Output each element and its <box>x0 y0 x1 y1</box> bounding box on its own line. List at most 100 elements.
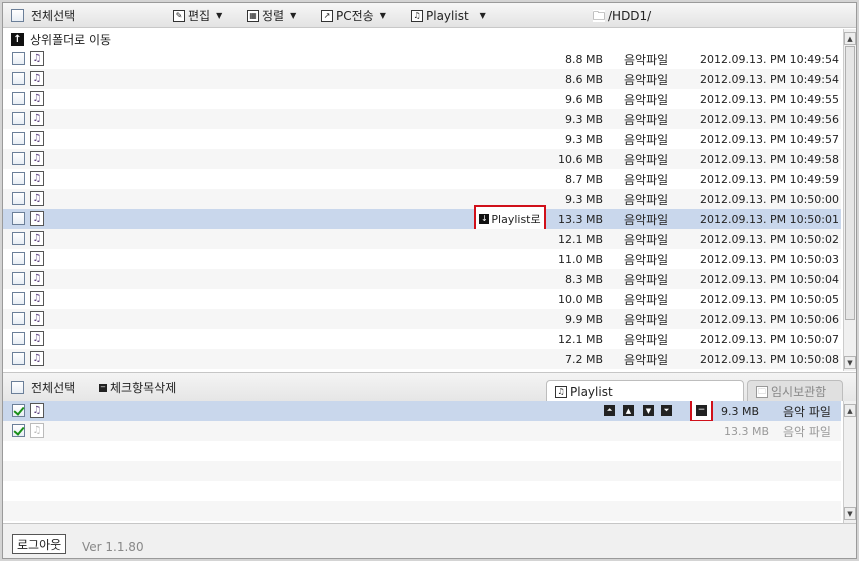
file-checkbox[interactable] <box>12 172 25 185</box>
file-row[interactable]: ♫ ↓ Playlist로 13.3 MB 음악파일 2012.09.13. PM 10:… <box>3 205 841 232</box>
file-type: 음악파일 <box>624 53 669 67</box>
file-row[interactable]: ♫ 8.7 MB 음악파일 2012.09.13. PM 10:49:59 <box>3 169 841 189</box>
music-file-icon: ♫ <box>30 291 44 306</box>
file-row[interactable]: ♫ 9.3 MB 음악파일 2012.09.13. PM 10:49:56 <box>3 109 841 129</box>
file-row[interactable]: ♫ 8.8 MB 음악파일 2012.09.13. PM 10:49:54 <box>3 49 841 69</box>
file-row[interactable]: ♫ 9.6 MB 음악파일 2012.09.13. PM 10:49:55 <box>3 89 841 109</box>
playlist-item-size: 13.3 MB <box>724 425 770 438</box>
file-row[interactable]: ♫ 9.3 MB 음악파일 2012.09.13. PM 10:49:57 <box>3 129 841 149</box>
add-to-playlist-button[interactable]: ↓ Playlist로 <box>474 205 546 232</box>
move-down-icon[interactable]: ▼ <box>643 405 654 416</box>
file-row[interactable]: ♫ 8.6 MB 음악파일 2012.09.13. PM 10:49:54 <box>3 69 841 89</box>
file-row[interactable]: ♫ 9.3 MB 음악파일 2012.09.13. PM 10:50:00 <box>3 189 841 209</box>
file-checkbox[interactable] <box>12 312 25 325</box>
delete-checked-label: 체크항목삭제 <box>110 381 177 395</box>
file-checkbox[interactable] <box>12 52 25 65</box>
playlist-label: Playlist <box>426 8 469 23</box>
file-type: 음악파일 <box>624 313 669 327</box>
pc-transfer-menu[interactable]: ↗ PC전송 ▼ <box>321 7 386 24</box>
remove-item-button[interactable]: − <box>690 401 713 422</box>
move-bottom-icon[interactable]: ⏷ <box>661 405 672 416</box>
playlist-item-checkbox[interactable] <box>12 404 25 417</box>
playlist-menu[interactable]: ♫ Playlist ▼ <box>411 7 486 24</box>
file-row[interactable]: ♫ 10.6 MB 음악파일 2012.09.13. PM 10:49:58 <box>3 149 841 169</box>
playlist-row[interactable]: ♫ 13.3 MB 음악 파일 <box>3 421 841 441</box>
file-size: 12.1 MB <box>557 233 603 246</box>
file-checkbox[interactable] <box>12 152 25 165</box>
music-file-icon: ♫ <box>30 251 44 266</box>
file-type: 음악파일 <box>624 273 669 287</box>
file-size: 12.1 MB <box>557 333 603 346</box>
playlist-empty-row <box>3 481 841 501</box>
file-type: 음악파일 <box>624 173 669 187</box>
file-checkbox[interactable] <box>12 332 25 345</box>
logout-button[interactable]: 로그아웃 <box>12 534 67 554</box>
file-checkbox[interactable] <box>12 192 25 205</box>
file-type: 음악파일 <box>624 253 669 267</box>
file-row[interactable]: ♫ 12.1 MB 음악파일 2012.09.13. PM 10:50:07 <box>3 329 841 349</box>
file-list: ↑ 상위폴더로 이동 ♫ 8.8 MB 음악파일 2012.09.13. PM 10:… <box>3 29 856 371</box>
playlist-row[interactable]: ♫ ⏶ ▲ ▼ ⏷ − 9.3 MB 음악 파일 <box>3 401 841 422</box>
file-manager-window: 전체선택 ✎ 편집 ▼ ▦ 정렬 ▼ ↗ PC전송 ▼ ♫ Playlist ▼… <box>2 2 857 559</box>
file-checkbox[interactable] <box>12 292 25 305</box>
file-date: 2012.09.13. PM 10:50:06 <box>700 313 839 326</box>
scroll-up-icon[interactable]: ▲ <box>844 32 856 45</box>
tab-temp-storage[interactable]: 🗀 임시보관함 <box>747 380 843 402</box>
select-all-checkbox[interactable] <box>11 9 24 22</box>
file-checkbox[interactable] <box>12 212 25 225</box>
path-label: /HDD1/ <box>608 8 652 23</box>
tab-playlist[interactable]: ♫ Playlist <box>546 380 744 402</box>
file-checkbox[interactable] <box>12 272 25 285</box>
select-all-top[interactable]: 전체선택 <box>11 7 75 24</box>
file-row[interactable]: ♫ 12.1 MB 음악파일 2012.09.13. PM 10:50:02 <box>3 229 841 249</box>
playlist-item-checkbox[interactable] <box>12 424 25 437</box>
music-file-icon: ♫ <box>30 91 44 106</box>
file-date: 2012.09.13. PM 10:49:54 <box>700 73 839 86</box>
move-top-icon[interactable]: ⏶ <box>604 405 615 416</box>
playlist-item-type: 음악 파일 <box>783 425 831 439</box>
file-row[interactable]: ♫ 10.0 MB 음악파일 2012.09.13. PM 10:50:05 <box>3 289 841 309</box>
select-all-bottom-checkbox[interactable] <box>11 381 24 394</box>
file-row[interactable]: ♫ 9.9 MB 음악파일 2012.09.13. PM 10:50:06 <box>3 309 841 329</box>
file-checkbox[interactable] <box>12 72 25 85</box>
playlist-scroll-down-icon[interactable]: ▼ <box>844 507 856 520</box>
scroll-down-icon[interactable]: ▼ <box>844 356 856 369</box>
music-file-icon: ♫ <box>30 311 44 326</box>
playlist-rows: ♫ ⏶ ▲ ▼ ⏷ − 9.3 MB 음악 파일 ♫ 13.3 MB 음악 파일 <box>3 401 856 521</box>
file-date: 2012.09.13. PM 10:49:59 <box>700 173 839 186</box>
toolbar: 전체선택 ✎ 편집 ▼ ▦ 정렬 ▼ ↗ PC전송 ▼ ♫ Playlist ▼… <box>3 3 856 28</box>
edit-menu[interactable]: ✎ 편집 ▼ <box>173 7 222 24</box>
playlist-toolbar: 전체선택 − 체크항목삭제 ♫ Playlist 🗀 임시보관함 <box>3 372 856 402</box>
file-checkbox[interactable] <box>12 352 25 365</box>
move-up-icon[interactable]: ▲ <box>623 405 634 416</box>
file-checkbox[interactable] <box>12 132 25 145</box>
music-file-icon: ♫ <box>30 211 44 226</box>
file-size: 10.6 MB <box>557 153 603 166</box>
music-file-icon: ♫ <box>30 171 44 186</box>
music-file-icon: ♫ <box>30 51 44 66</box>
file-checkbox[interactable] <box>12 92 25 105</box>
file-size: 9.3 MB <box>564 113 603 126</box>
tab-temp-label: 임시보관함 <box>771 385 827 399</box>
file-row[interactable]: ♫ 7.2 MB 음악파일 2012.09.13. PM 10:50:08 <box>3 349 841 369</box>
file-checkbox[interactable] <box>12 232 25 245</box>
sort-label: 정렬 <box>262 9 285 23</box>
file-row[interactable]: ♫ 11.0 MB 음악파일 2012.09.13. PM 10:50:03 <box>3 249 841 269</box>
playlist-scrollbar[interactable]: ▲ ▼ <box>843 401 856 523</box>
file-date: 2012.09.13. PM 10:49:58 <box>700 153 839 166</box>
parent-folder-row[interactable]: ↑ 상위폴더로 이동 <box>3 29 841 49</box>
edit-icon: ✎ <box>173 9 185 22</box>
music-file-icon: ♫ <box>30 423 44 438</box>
file-list-scrollbar[interactable]: ▲ ▼ <box>843 29 856 371</box>
file-checkbox[interactable] <box>12 252 25 265</box>
scroll-thumb[interactable] <box>845 46 855 320</box>
playlist-empty-row <box>3 461 841 481</box>
select-all-bottom[interactable]: 전체선택 <box>11 379 75 396</box>
file-checkbox[interactable] <box>12 112 25 125</box>
playlist-scroll-up-icon[interactable]: ▲ <box>844 404 856 417</box>
delete-checked-button[interactable]: − 체크항목삭제 <box>99 379 176 396</box>
file-size: 9.3 MB <box>564 133 603 146</box>
sort-menu[interactable]: ▦ 정렬 ▼ <box>247 7 296 24</box>
parent-folder-label: 상위폴더로 이동 <box>30 32 112 47</box>
file-row[interactable]: ♫ 8.3 MB 음악파일 2012.09.13. PM 10:50:04 <box>3 269 841 289</box>
